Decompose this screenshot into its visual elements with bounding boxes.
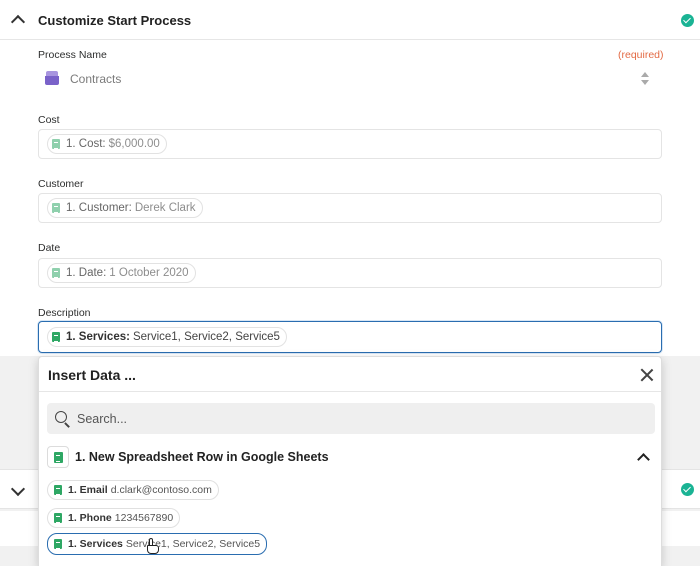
customer-label: Customer bbox=[38, 178, 84, 190]
cost-label: Cost bbox=[38, 114, 60, 126]
description-pill-key: 1. Services: bbox=[66, 331, 130, 343]
cost-field[interactable]: 1. Cost: $6,000.00 bbox=[38, 129, 662, 159]
cost-pill-key: 1. Cost: bbox=[66, 138, 106, 150]
chevron-up-icon[interactable] bbox=[10, 14, 26, 30]
check-circle-icon bbox=[681, 483, 694, 496]
google-sheets-icon bbox=[52, 139, 60, 149]
inbox-tray-icon bbox=[45, 71, 59, 85]
option-key: 1. Phone bbox=[68, 512, 112, 524]
google-sheets-icon bbox=[54, 452, 63, 463]
chevron-up-icon[interactable] bbox=[637, 453, 650, 466]
search-icon bbox=[55, 411, 69, 425]
google-sheets-icon bbox=[54, 485, 62, 495]
process-name-label: Process Name bbox=[38, 49, 107, 61]
option-value: 1234567890 bbox=[114, 512, 174, 524]
google-sheets-icon bbox=[52, 268, 60, 278]
cost-pill-value: $6,000.00 bbox=[108, 138, 160, 150]
description-pill-value: Service1, Service2, Service5 bbox=[132, 331, 280, 343]
data-option-email[interactable]: 1. Email d.clark@contoso.com bbox=[47, 480, 219, 500]
customer-pill-value: Derek Clark bbox=[134, 202, 196, 214]
google-sheets-icon bbox=[52, 332, 60, 342]
process-name-value: Contracts bbox=[70, 72, 122, 86]
section-header[interactable]: Customize Start Process bbox=[0, 0, 700, 40]
cost-pill[interactable]: 1. Cost: $6,000.00 bbox=[47, 134, 167, 154]
data-group-header[interactable]: 1. New Spreadsheet Row in Google Sheets bbox=[47, 446, 655, 468]
divider bbox=[39, 391, 661, 392]
data-option-phone[interactable]: 1. Phone 1234567890 bbox=[47, 508, 181, 528]
option-value: d.clark@contoso.com bbox=[110, 484, 212, 496]
option-key: 1. Email bbox=[68, 484, 108, 496]
data-group-title: 1. New Spreadsheet Row in Google Sheets bbox=[75, 450, 329, 464]
customer-field[interactable]: 1. Customer: Derek Clark bbox=[38, 193, 662, 223]
required-label: (required) bbox=[618, 49, 664, 61]
option-key: 1. Services bbox=[68, 538, 123, 550]
sort-arrows-icon[interactable] bbox=[641, 71, 649, 87]
date-pill-value: 1 October 2020 bbox=[109, 267, 189, 279]
description-label: Description bbox=[38, 307, 91, 319]
google-sheets-icon bbox=[54, 539, 62, 549]
google-sheets-icon bbox=[54, 513, 62, 523]
date-pill-key: 1. Date: bbox=[66, 267, 107, 279]
chevron-down-icon[interactable] bbox=[10, 481, 26, 497]
insert-data-dropdown: Insert Data ... 1. New Spreadsheet Row i… bbox=[38, 356, 662, 566]
check-circle-icon bbox=[681, 14, 694, 27]
insert-data-title: Insert Data ... bbox=[48, 367, 136, 383]
group-icon-frame bbox=[47, 446, 69, 468]
description-field[interactable]: 1. Services: Service1, Service2, Service… bbox=[38, 321, 662, 353]
date-pill[interactable]: 1. Date: 1 October 2020 bbox=[47, 263, 196, 283]
date-label: Date bbox=[38, 242, 61, 254]
description-pill[interactable]: 1. Services: Service1, Service2, Service… bbox=[47, 327, 287, 347]
customer-pill[interactable]: 1. Customer: Derek Clark bbox=[47, 198, 203, 218]
close-icon[interactable] bbox=[640, 368, 654, 382]
process-name-select[interactable]: Contracts bbox=[38, 64, 662, 94]
customer-pill-key: 1. Customer: bbox=[66, 202, 132, 214]
date-field[interactable]: 1. Date: 1 October 2020 bbox=[38, 258, 662, 288]
section-title: Customize Start Process bbox=[38, 13, 192, 28]
search-input[interactable] bbox=[77, 409, 637, 429]
google-sheets-icon bbox=[52, 203, 60, 213]
hand-pointer-icon bbox=[146, 538, 160, 556]
search-box[interactable] bbox=[47, 403, 655, 434]
